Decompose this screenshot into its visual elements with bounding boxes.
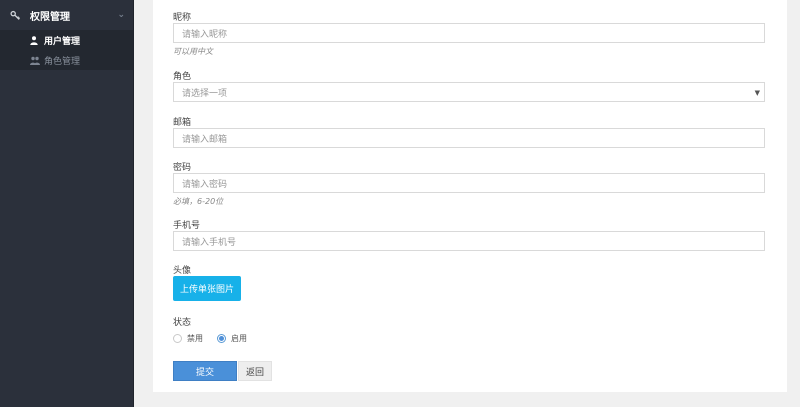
sidebar-item-label: 角色管理 xyxy=(44,56,81,67)
status-radio-disabled[interactable] xyxy=(173,334,182,343)
nickname-label: 昵称 xyxy=(173,13,192,23)
nickname-input[interactable]: 请输入昵称 xyxy=(173,23,765,43)
sidebar: 权限管理 ⌄ 用户管理 角色管理 xyxy=(0,0,134,407)
status-radio-enabled[interactable] xyxy=(217,334,226,343)
password-help: 必填，6-20位 xyxy=(173,197,224,206)
submit-button[interactable]: 提交 xyxy=(173,361,237,381)
sidebar-item-user-management[interactable]: 用户管理 xyxy=(0,30,133,50)
phone-label: 手机号 xyxy=(173,221,201,231)
chevron-down-icon: ⌄ xyxy=(117,10,125,20)
nickname-help: 可以用中文 xyxy=(173,47,213,56)
sidebar-item-label: 用户管理 xyxy=(44,36,81,47)
back-button[interactable]: 返回 xyxy=(238,361,272,381)
status-option-label: 禁用 xyxy=(187,334,203,343)
user-icon xyxy=(30,35,42,45)
status-radio-group: 禁用 启用 xyxy=(173,333,261,344)
avatar-label: 头像 xyxy=(173,266,192,276)
sidebar-menu-permission[interactable]: 权限管理 ⌄ xyxy=(0,0,133,30)
password-input[interactable]: 请输入密码 xyxy=(173,173,765,193)
phone-input[interactable]: 请输入手机号 xyxy=(173,231,765,251)
caret-down-icon: ▼ xyxy=(754,89,760,97)
upload-image-button[interactable]: 上传单张图片 xyxy=(173,276,241,301)
status-option-label: 启用 xyxy=(231,334,247,343)
sidebar-item-role-management[interactable]: 角色管理 xyxy=(0,50,133,70)
role-label: 角色 xyxy=(173,72,192,82)
users-icon xyxy=(30,56,42,65)
role-select-value: 请选择一项 xyxy=(182,88,228,99)
key-icon xyxy=(10,10,24,21)
sidebar-submenu: 用户管理 角色管理 xyxy=(0,30,133,70)
email-input[interactable]: 请输入邮箱 xyxy=(173,128,765,148)
status-label: 状态 xyxy=(173,318,192,328)
sidebar-menu-label: 权限管理 xyxy=(30,11,70,23)
main-content: 昵称 请输入昵称 可以用中文 角色 请选择一项 ▼ 邮箱 请输入邮箱 密码 请输… xyxy=(153,0,787,392)
email-label: 邮箱 xyxy=(173,118,192,128)
role-select[interactable]: 请选择一项 ▼ xyxy=(173,82,765,102)
password-label: 密码 xyxy=(173,163,192,173)
